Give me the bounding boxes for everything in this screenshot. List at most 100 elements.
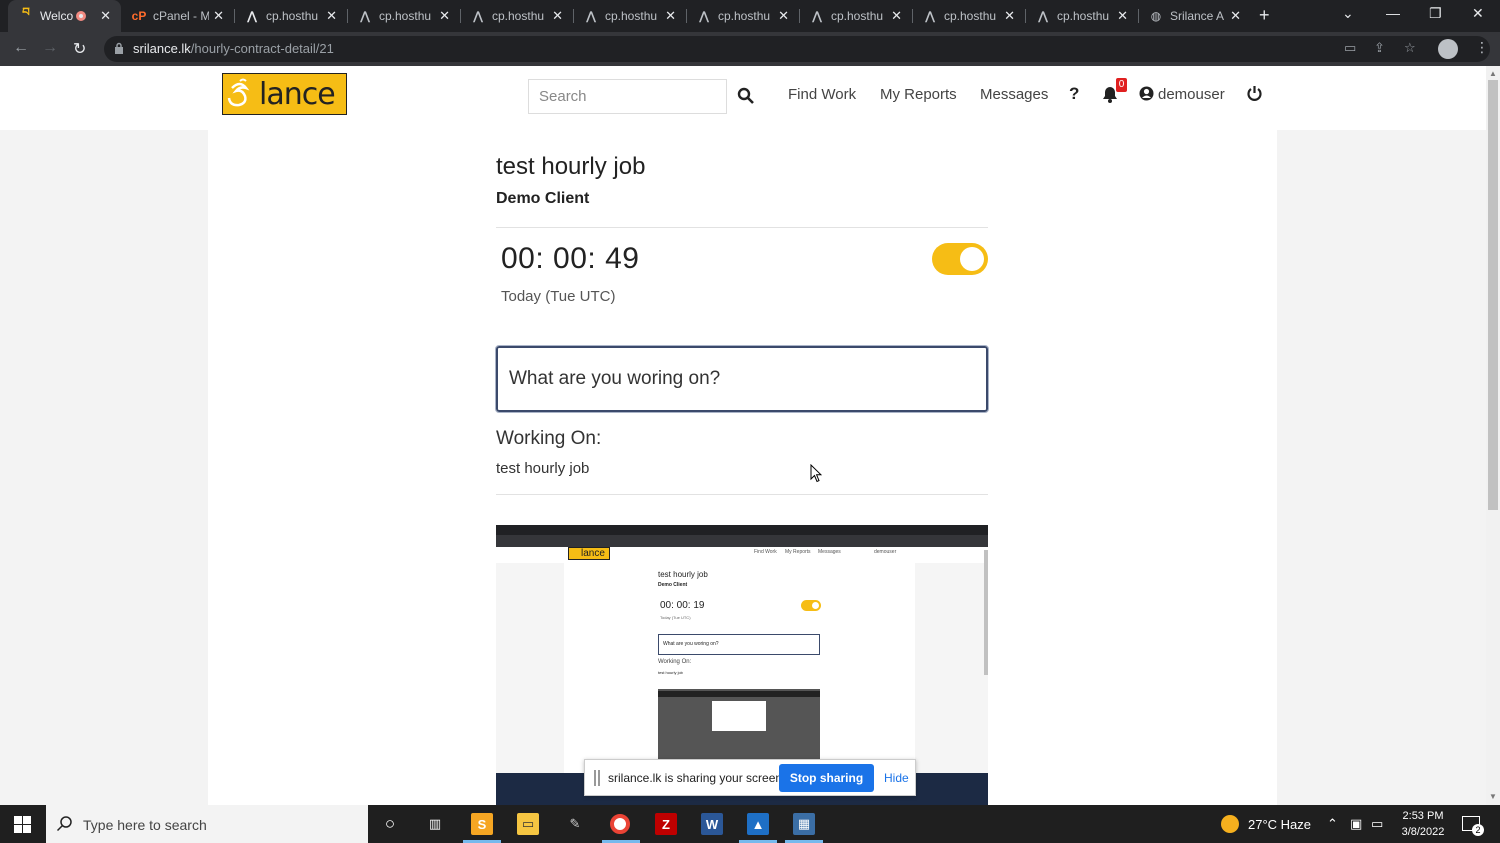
tab-hosting[interactable]: ⋀ cp.hosthu ✕ <box>912 0 1025 32</box>
screenshot-nav-find-work: Find Work <box>754 549 777 555</box>
taskbar-search-placeholder: Type here to search <box>83 817 207 833</box>
weather-haze-icon[interactable] <box>1221 815 1239 833</box>
tab-hosting[interactable]: ⋀ cp.hosthu ✕ <box>347 0 460 32</box>
mouse-cursor-icon <box>810 464 822 483</box>
omnibox[interactable]: srilance.lk/hourly-contract-detail/21 ▭ … <box>104 36 1490 62</box>
photos-icon[interactable]: ▲ <box>747 813 769 835</box>
share-icon[interactable]: ⇪ <box>1374 40 1385 56</box>
hide-button[interactable]: Hide <box>884 771 909 785</box>
srilance-logo[interactable]: lance <box>222 73 347 115</box>
new-tab-icon[interactable]: + <box>1259 5 1270 26</box>
close-tab-icon[interactable]: ✕ <box>1230 8 1241 24</box>
profile-avatar-icon[interactable] <box>1438 39 1458 59</box>
search-input[interactable] <box>528 79 727 114</box>
hosting-icon: ⋀ <box>698 9 710 23</box>
power-icon[interactable] <box>1246 85 1263 102</box>
tab-hosting[interactable]: ⋀ cp.hosthu ✕ <box>686 0 799 32</box>
chrome-icon[interactable] <box>610 814 630 834</box>
close-window-icon[interactable]: ✕ <box>1472 5 1484 22</box>
close-tab-icon[interactable]: ✕ <box>891 8 902 24</box>
reload-icon[interactable]: ↻ <box>73 39 86 59</box>
close-tab-icon[interactable]: ✕ <box>439 8 450 24</box>
divider <box>496 227 988 228</box>
search-icon[interactable] <box>737 87 755 105</box>
timer-toggle[interactable] <box>932 243 988 275</box>
close-tab-icon[interactable]: ✕ <box>778 8 789 24</box>
tray-device-icon[interactable]: ▣ <box>1350 816 1362 832</box>
screenshot-input-placeholder: What are you woring on? <box>663 641 719 647</box>
restore-icon[interactable]: ❐ <box>1429 5 1442 22</box>
bookmark-star-icon[interactable]: ☆ <box>1404 40 1416 56</box>
close-tab-icon[interactable]: ✕ <box>326 8 337 24</box>
forward-icon[interactable]: → <box>42 39 58 57</box>
tab-srilance[interactable]: ◍ Srilance A ✕ <box>1138 0 1251 32</box>
tab-title: cp.hosthu <box>492 9 545 23</box>
client-name: Demo Client <box>496 190 590 207</box>
weather-text[interactable]: 27°C Haze <box>1248 817 1311 832</box>
scroll-down-icon[interactable]: ▼ <box>1489 792 1497 801</box>
url-domain: srilance.lk <box>133 41 191 56</box>
tab-title: cp.hosthu <box>379 9 432 23</box>
install-app-icon[interactable]: ▭ <box>1344 40 1356 56</box>
close-tab-icon[interactable]: ✕ <box>665 8 676 24</box>
timer-display: 00: 00: 49 <box>501 242 640 275</box>
network-icon[interactable]: ▭ <box>1371 816 1383 832</box>
working-on-value: test hourly job <box>496 460 590 477</box>
screenshot-toggle <box>801 600 821 611</box>
paint-icon[interactable]: ✎ <box>564 813 586 835</box>
hosting-icon: ⋀ <box>359 9 371 23</box>
close-tab-icon[interactable]: ✕ <box>1117 8 1128 24</box>
calculator-icon[interactable]: ▦ <box>793 813 815 835</box>
hosting-icon: ⋀ <box>246 9 258 23</box>
tab-hosting[interactable]: ⋀ cp.hosthu ✕ <box>799 0 912 32</box>
close-tab-icon[interactable]: ✕ <box>100 8 111 24</box>
back-icon[interactable]: ← <box>13 39 29 57</box>
task-view-icon[interactable]: ▥ <box>424 813 446 835</box>
tab-cpanel[interactable]: cP cPanel - M ✕ <box>121 0 234 32</box>
url-path: /hourly-contract-detail/21 <box>190 41 334 56</box>
screenshot-nav-messages: Messages <box>818 549 841 555</box>
user-circle-icon[interactable] <box>1139 86 1154 101</box>
tab-hosting[interactable]: ⋀ cp.hosthu ✕ <box>460 0 573 32</box>
stop-sharing-button[interactable]: Stop sharing <box>779 764 874 792</box>
close-tab-icon[interactable]: ✕ <box>213 8 224 24</box>
cortana-icon[interactable]: ○ <box>379 813 401 835</box>
sublime-text-icon[interactable]: S <box>471 813 493 835</box>
tab-hosting[interactable]: ⋀ cp.hosthu ✕ <box>1025 0 1138 32</box>
drag-handle-icon[interactable] <box>594 770 600 786</box>
nav-find-work[interactable]: Find Work <box>788 86 856 103</box>
browser-menu-icon[interactable]: ⋮ <box>1475 39 1489 56</box>
search-icon <box>56 816 72 832</box>
nav-my-reports[interactable]: My Reports <box>880 86 957 103</box>
file-explorer-icon[interactable]: ▭ <box>517 813 539 835</box>
taskbar-search-box[interactable]: Type here to search <box>46 805 368 843</box>
toggle-knob <box>960 247 984 271</box>
close-tab-icon[interactable]: ✕ <box>1004 8 1015 24</box>
page-scrollbar[interactable]: ▲ ▼ <box>1486 66 1500 805</box>
tab-title: Welco <box>40 9 74 23</box>
screenshot-nav-username: demouser <box>874 549 897 555</box>
tray-expand-icon[interactable]: ⌃ <box>1327 816 1338 832</box>
working-on-input[interactable] <box>495 345 989 413</box>
nav-username[interactable]: demouser <box>1158 86 1225 103</box>
word-icon[interactable]: W <box>701 813 723 835</box>
tab-title: Srilance A <box>1170 9 1225 23</box>
scroll-up-icon[interactable]: ▲ <box>1489 69 1497 78</box>
tab-title: cp.hosthu <box>1057 9 1110 23</box>
address-bar-row: ← → ↻ srilance.lk/hourly-contract-detail… <box>0 32 1500 66</box>
minimize-icon[interactable]: — <box>1386 5 1400 21</box>
filezilla-icon[interactable]: Z <box>655 813 677 835</box>
close-tab-icon[interactable]: ✕ <box>552 8 563 24</box>
help-icon[interactable]: ? <box>1069 84 1079 104</box>
tab-hosting[interactable]: ⋀ cp.hosthu ✕ <box>234 0 347 32</box>
taskbar-clock[interactable]: 2:53 PM 3/8/2022 <box>1398 808 1448 840</box>
windows-start-icon[interactable] <box>14 816 31 833</box>
tab-hosting[interactable]: ⋀ cp.hosthu ✕ <box>573 0 686 32</box>
tab-title: cp.hosthu <box>266 9 319 23</box>
tab-search-icon[interactable]: ⌄ <box>1342 5 1354 22</box>
nav-messages[interactable]: Messages <box>980 86 1048 103</box>
screenshot-nav-my-reports: My Reports <box>785 549 811 555</box>
scroll-thumb[interactable] <box>1488 80 1498 510</box>
tab-welcome[interactable]: བ Welco ✕ <box>8 0 121 32</box>
site-header: lance Find Work My Reports Messages ? 0 … <box>0 66 1486 130</box>
